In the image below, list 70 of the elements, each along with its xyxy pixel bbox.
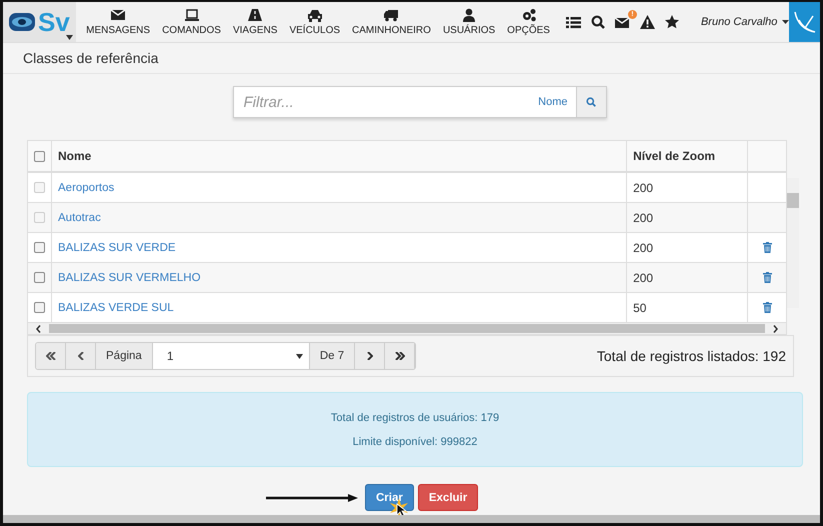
chevron-right-icon[interactable] [773, 324, 778, 332]
user-icon [461, 8, 478, 22]
column-header: Nível de Zoom [633, 149, 716, 163]
road-icon [247, 8, 264, 22]
filter-field-label[interactable]: Nome [530, 96, 576, 108]
nav-item[interactable]: VEÍCULOS [283, 2, 346, 42]
info-text: Limite disponível: 999822 [352, 436, 478, 448]
select-all-checkbox[interactable] [34, 150, 45, 162]
double-chevron-right-icon [394, 352, 405, 360]
row-checkbox[interactable] [34, 302, 45, 313]
car-icon [306, 8, 323, 22]
envelope-icon[interactable] [614, 16, 630, 28]
trash-icon[interactable] [762, 242, 772, 253]
nav-item[interactable]: CAMINHONEIRO [346, 2, 437, 42]
info-text: Total de registros de usuários: 179 [330, 412, 500, 424]
trash-icon[interactable] [762, 302, 772, 313]
table-cell: 200 [633, 270, 654, 284]
table-cell: 200 [633, 210, 654, 224]
table-cell: 200 [633, 240, 654, 254]
column-header: Nome [58, 149, 92, 163]
delete-button[interactable]: Excluir [418, 484, 478, 511]
nav-item[interactable]: COMANDOS [156, 2, 227, 42]
search-icon [586, 97, 596, 107]
name-link[interactable]: BALIZAS SUR VERDE [58, 242, 176, 254]
horizontal-scrollbar[interactable] [3, 515, 820, 523]
chevron-left-icon[interactable] [36, 324, 41, 332]
filter-field[interactable]: Filtrar... Nome [232, 86, 606, 118]
first-page-button[interactable] [36, 343, 66, 369]
laptop-icon [184, 8, 200, 22]
page-title: Classes de referência [23, 50, 158, 66]
app-logo[interactable]: Sv [3, 2, 76, 42]
row-checkbox[interactable] [34, 272, 45, 283]
nav-item[interactable]: OPÇÕES [501, 2, 556, 42]
caret-icon [782, 20, 790, 24]
caret-icon [296, 354, 303, 358]
create-button[interactable]: Criar [365, 484, 414, 511]
trash-icon[interactable] [762, 272, 772, 283]
nav-item[interactable]: VIAGENS [226, 2, 284, 42]
page-select[interactable]: 1 [152, 343, 310, 369]
nav-item[interactable]: MENSAGENS [80, 2, 156, 42]
page-label: Página [96, 343, 153, 369]
last-page-button[interactable] [385, 343, 416, 369]
envelope-icon [110, 8, 126, 22]
search-icon[interactable] [590, 15, 605, 29]
star-icon[interactable] [664, 15, 679, 29]
nav-item[interactable]: USUÁRIOS [436, 2, 502, 42]
table-cell: 50 [633, 300, 646, 314]
next-page-button[interactable] [355, 343, 386, 369]
logo-text: Sv [38, 9, 70, 35]
user-menu[interactable]: Bruno Carvalho [700, 2, 790, 42]
name-link[interactable]: BALIZAS VERDE SUL [58, 302, 174, 314]
warning-icon[interactable] [640, 15, 655, 29]
total-records-text: Total de registros listados: 192 [596, 348, 786, 364]
eye-logo-icon [8, 11, 36, 33]
swoosh-logo-icon [792, 10, 817, 34]
search-button[interactable] [576, 87, 606, 117]
caret-icon [66, 35, 74, 40]
vertical-scrollbar[interactable] [787, 178, 799, 308]
horizontal-scrollbar[interactable] [28, 323, 786, 334]
previous-page-button[interactable] [66, 343, 96, 369]
chevron-right-icon [366, 352, 373, 360]
list-icon[interactable] [566, 16, 581, 28]
double-chevron-left-icon [46, 352, 56, 360]
table-cell: 200 [633, 180, 654, 194]
name-link[interactable]: BALIZAS SUR VERMELHO [58, 272, 201, 284]
chevron-left-icon [78, 352, 84, 360]
gears-icon [520, 8, 537, 22]
truck-icon [383, 8, 400, 22]
page-count-label: De 7 [310, 343, 356, 369]
row-checkbox[interactable] [34, 242, 45, 253]
